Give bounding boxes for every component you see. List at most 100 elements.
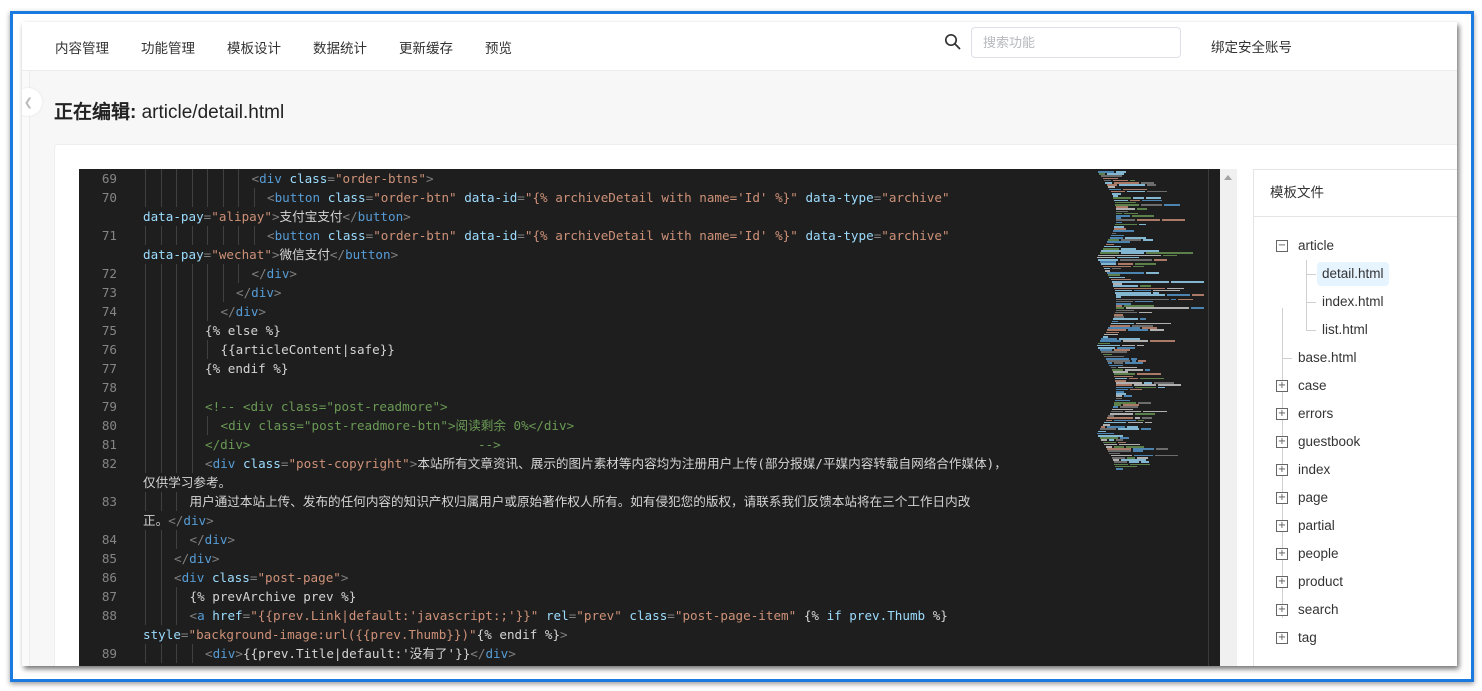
expand-icon[interactable]: +: [1276, 464, 1288, 476]
tree-folder[interactable]: + errors: [1254, 400, 1457, 428]
minimap-line: [1141, 199, 1163, 202]
code-token: 用户通过本站上传、发布的任何内容的知识产权归属用户或原始著作权人所有。如有侵犯您…: [189, 494, 971, 509]
tree-folder[interactable]: + people: [1254, 540, 1457, 568]
code-line[interactable]: 82 <div class="post-copyright">本站所有文章资讯、展…: [79, 454, 1089, 473]
nav-item-statistics[interactable]: 数据统计: [313, 37, 367, 57]
code-line[interactable]: 71 <button class="order-btn" data-id="{% …: [79, 226, 1089, 245]
nav-item-feature-management[interactable]: 功能管理: [141, 37, 195, 57]
search-icon[interactable]: [944, 33, 962, 51]
collapse-icon[interactable]: −: [1276, 240, 1288, 252]
code-line[interactable]: 79 <!-- <div class="post-readmore">: [79, 397, 1089, 416]
code-line-wrapped[interactable]: data-pay="alipay">支付宝支付</button>: [79, 207, 1089, 226]
tree-file[interactable]: base.html: [1254, 344, 1457, 372]
tree-folder[interactable]: + product: [1254, 568, 1457, 596]
tree-file[interactable]: index.html: [1254, 288, 1457, 316]
code-line[interactable]: 73 </div>: [79, 283, 1089, 302]
nav-item-update-cache[interactable]: 更新缓存: [399, 37, 453, 57]
search-input[interactable]: [971, 27, 1181, 58]
expand-icon[interactable]: +: [1276, 548, 1288, 560]
code-token: 本站所有文章资讯、展示的图片素材等内容均为注册用户上传(部分报媒/平媒内容转载自…: [417, 456, 1007, 471]
indent-guide: [191, 454, 193, 473]
code-token: data-id: [464, 228, 518, 243]
code-line[interactable]: 77 {% endif %}: [79, 359, 1089, 378]
code-line[interactable]: 74 </div>: [79, 302, 1089, 321]
code-line[interactable]: 81 </div> -->: [79, 435, 1089, 454]
code-token: style: [143, 627, 181, 642]
tree-file[interactable]: detail.html: [1254, 260, 1457, 288]
tree-file[interactable]: list.html: [1254, 316, 1457, 344]
nav-item-template-design[interactable]: 模板设计: [227, 37, 281, 57]
expand-icon[interactable]: +: [1276, 436, 1288, 448]
code-line[interactable]: 78: [79, 378, 1089, 397]
expand-icon[interactable]: +: [1276, 520, 1288, 532]
code-line[interactable]: 84 </div>: [79, 530, 1089, 549]
code-line[interactable]: 89 <div>{{prev.Title|default:'没有了'}}</div…: [79, 644, 1089, 663]
editor-vertical-scrollbar[interactable]: [1220, 169, 1237, 666]
indent-guide: [176, 492, 177, 511]
indent-guide: [160, 283, 162, 302]
code-token: </: [342, 209, 358, 224]
code-line-wrapped[interactable]: 仅供学习参考。: [79, 473, 1089, 492]
indent-guide: [160, 378, 162, 397]
minimap-line: [1150, 329, 1165, 331]
tree-folder[interactable]: + tag: [1254, 624, 1457, 652]
code-line[interactable]: 86 <div class="post-page">: [79, 568, 1089, 587]
code-line[interactable]: 83 用户通过本站上传、发布的任何内容的知识产权归属用户或原始著作权人所有。如有侵…: [79, 492, 1089, 511]
minimap-line: [1150, 340, 1175, 342]
code-line[interactable]: 85 </div>: [79, 549, 1089, 568]
tree-folder[interactable]: + index: [1254, 456, 1457, 484]
nav-item-content-management[interactable]: 内容管理: [55, 37, 109, 57]
code-token: a: [197, 608, 205, 623]
expand-icon[interactable]: +: [1276, 632, 1288, 644]
code-line[interactable]: 70 <button class="order-btn" data-id="{% …: [79, 188, 1089, 207]
bind-security-account-link[interactable]: 绑定安全账号: [1211, 36, 1292, 56]
code-line[interactable]: 88 <a href = "{{prev.Link|default:'javascri…: [79, 606, 1089, 625]
tree-folder[interactable]: + guestbook: [1254, 428, 1457, 456]
code-token: </: [189, 532, 205, 547]
indent-guide: [191, 188, 193, 207]
tree-folder[interactable]: + case: [1254, 372, 1457, 400]
code-line-wrapped[interactable]: style="background-image:url({{prev.Thumb…: [79, 625, 1089, 644]
indent-guide: [238, 169, 239, 188]
tree-folder[interactable]: + page: [1254, 484, 1457, 512]
code-text: </div>: [236, 283, 282, 302]
code-line-wrapped[interactable]: data-pay="wechat">微信支付</button>: [79, 245, 1089, 264]
code-line[interactable]: 80 <div class="post-readmore-btn">阅读剩余 0%…: [79, 416, 1089, 435]
expand-icon[interactable]: +: [1276, 492, 1288, 504]
code-editor[interactable]: 69 <div class="order-btns"> 70 <button clas…: [79, 169, 1220, 666]
code-token: <: [189, 608, 198, 623]
indent-guide: [160, 492, 162, 511]
code-line-wrapped[interactable]: 正。</div>: [79, 511, 1089, 530]
line-number: 72: [101, 266, 117, 281]
tree-folder[interactable]: + search: [1254, 596, 1457, 624]
indent-guide: [176, 530, 177, 549]
tree-folder[interactable]: + partial: [1254, 512, 1457, 540]
code-text: <a href = "{{prev.Link|default:'javascript…: [190, 606, 948, 625]
expand-icon[interactable]: +: [1276, 604, 1288, 616]
expand-icon[interactable]: +: [1276, 408, 1288, 420]
indent-guide: [238, 264, 239, 283]
expand-icon[interactable]: +: [1276, 380, 1288, 392]
indent-guide: [176, 302, 177, 321]
code-line[interactable]: 87 {% prevArchive prev %}: [79, 587, 1089, 606]
code-line[interactable]: 76 {{articleContent|safe}}: [79, 340, 1089, 359]
indent-guide: [160, 359, 162, 378]
tree-folder[interactable]: − article: [1254, 232, 1457, 260]
code-token: >: [390, 247, 399, 262]
code-minimap[interactable]: [1089, 169, 1207, 666]
indent-guide: [145, 359, 146, 378]
indent-guide: [145, 454, 146, 473]
scroll-up-arrow-icon[interactable]: [1224, 175, 1232, 180]
indent-guide: [145, 378, 146, 397]
code-line[interactable]: 72 </div>: [79, 264, 1089, 283]
indent-guide: [160, 435, 162, 454]
code-line[interactable]: 75 {% else %}: [79, 321, 1089, 340]
indent-guide: [191, 321, 193, 340]
sidebar-collapse-button[interactable]: ❮: [22, 88, 42, 116]
minimap-line: [1119, 259, 1152, 261]
nav-item-preview[interactable]: 预览: [485, 37, 512, 57]
code-line[interactable]: 69 <div class="order-btns">: [79, 169, 1089, 188]
expand-icon[interactable]: +: [1276, 576, 1288, 588]
